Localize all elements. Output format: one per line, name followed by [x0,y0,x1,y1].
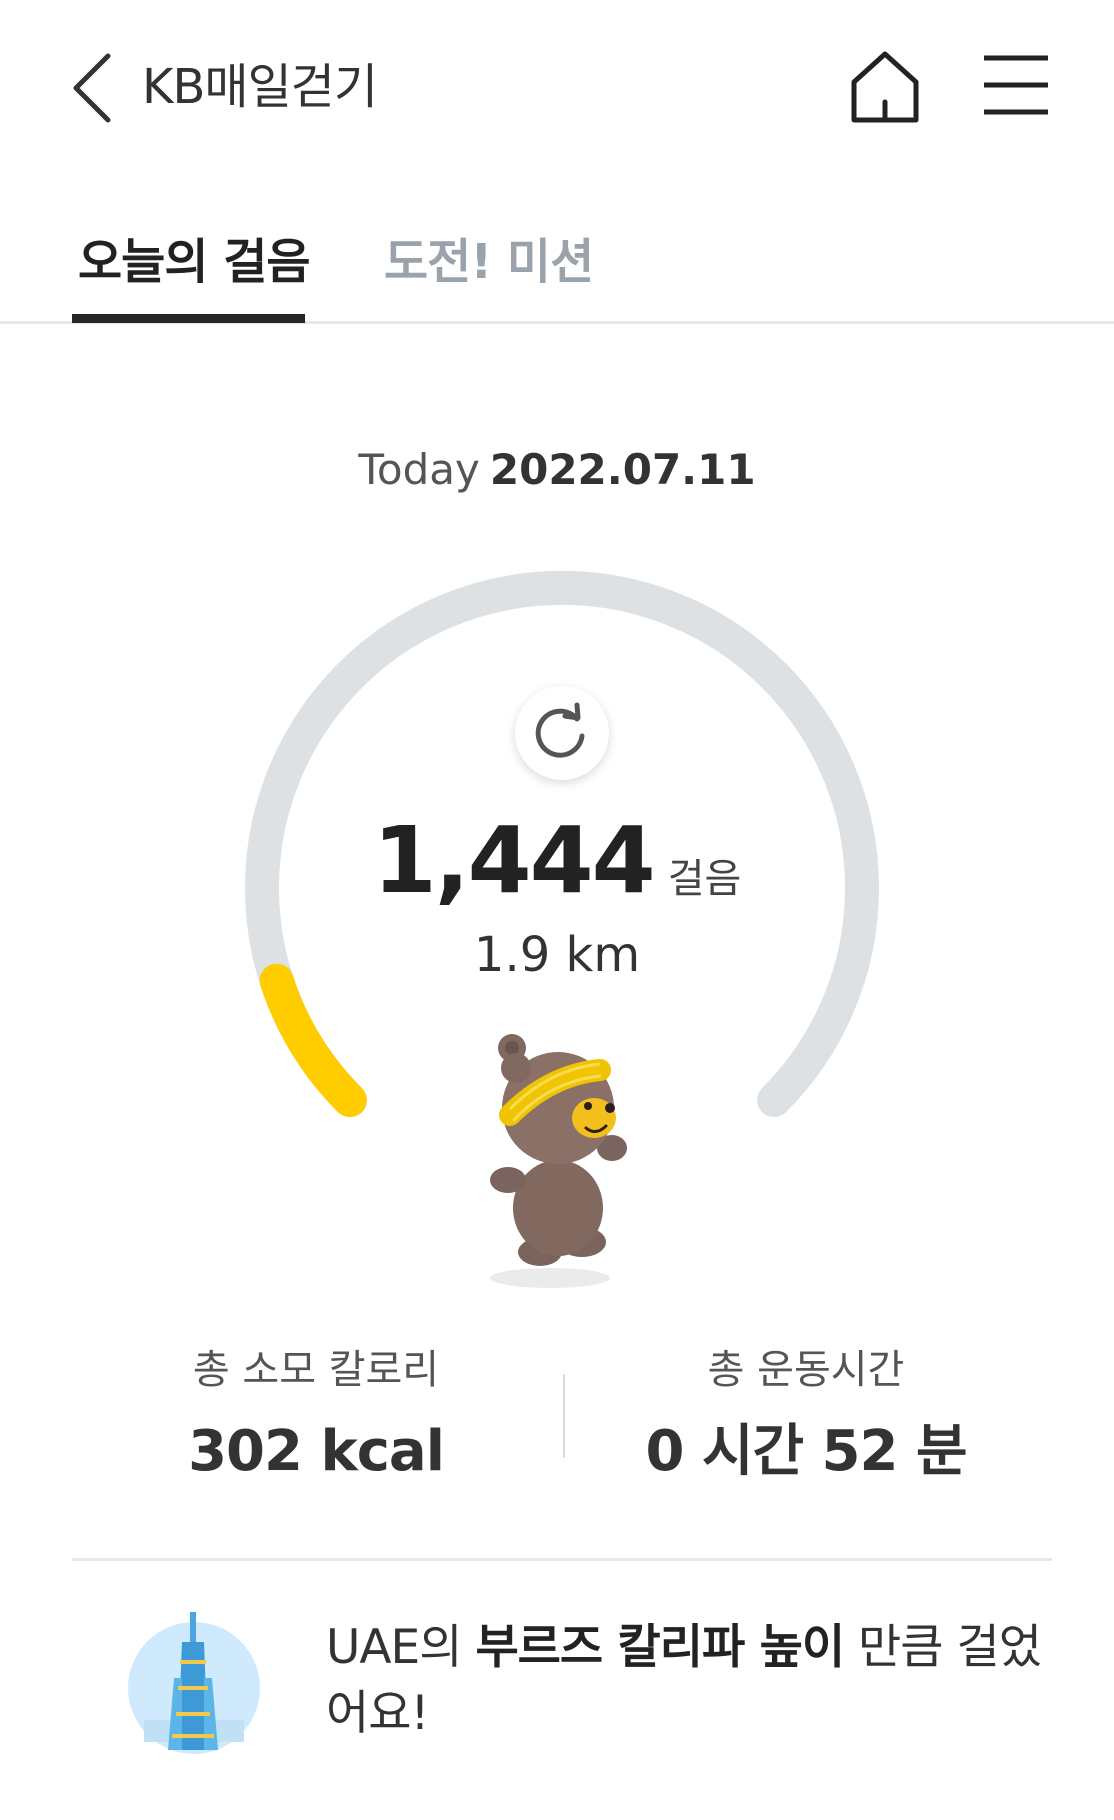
bear-mascot-illustration [490,1034,627,1288]
step-count: 1,444 [372,807,656,914]
distance-value: 1.9 km [473,927,641,983]
refresh-icon [535,702,585,758]
active-tab-indicator [72,314,305,323]
home-button[interactable] [846,48,924,126]
landmark-prefix: UAE의 [326,1620,476,1675]
today-label: Today [358,445,480,494]
home-icon [851,51,919,123]
burj-khalifa-icon [128,1612,260,1754]
calories-value: 302 kcal [188,1419,445,1484]
stats-divider [563,1374,565,1458]
landmark-highlight: 부르즈 칼리파 높이 [475,1620,845,1675]
exercise-time-value: 0 시간 52 분 [645,1419,968,1484]
section-divider [72,1558,1052,1561]
page-title: KB매일걷기 [142,59,378,115]
step-unit: 걸음 [667,856,742,902]
exercise-time-label: 총 운동시간 [707,1347,905,1393]
calories-label: 총 소모 칼로리 [192,1347,440,1393]
hamburger-menu-icon [984,55,1048,115]
landmark-message: UAE의 부르즈 칼리파 높이 만큼 걸었어요! [326,1615,1046,1747]
date-row: Today 2022.07.11 [0,440,1114,500]
menu-button[interactable] [982,52,1050,120]
tab-todays-steps[interactable]: 오늘의 걸음 [78,230,311,294]
refresh-button[interactable] [515,686,609,780]
tab-challenge-mission[interactable]: 도전! 미션 [384,230,594,294]
today-date: 2022.07.11 [489,445,756,494]
back-button[interactable] [62,48,122,128]
chevron-left-icon [73,53,111,123]
gauge-fill [259,963,367,1118]
